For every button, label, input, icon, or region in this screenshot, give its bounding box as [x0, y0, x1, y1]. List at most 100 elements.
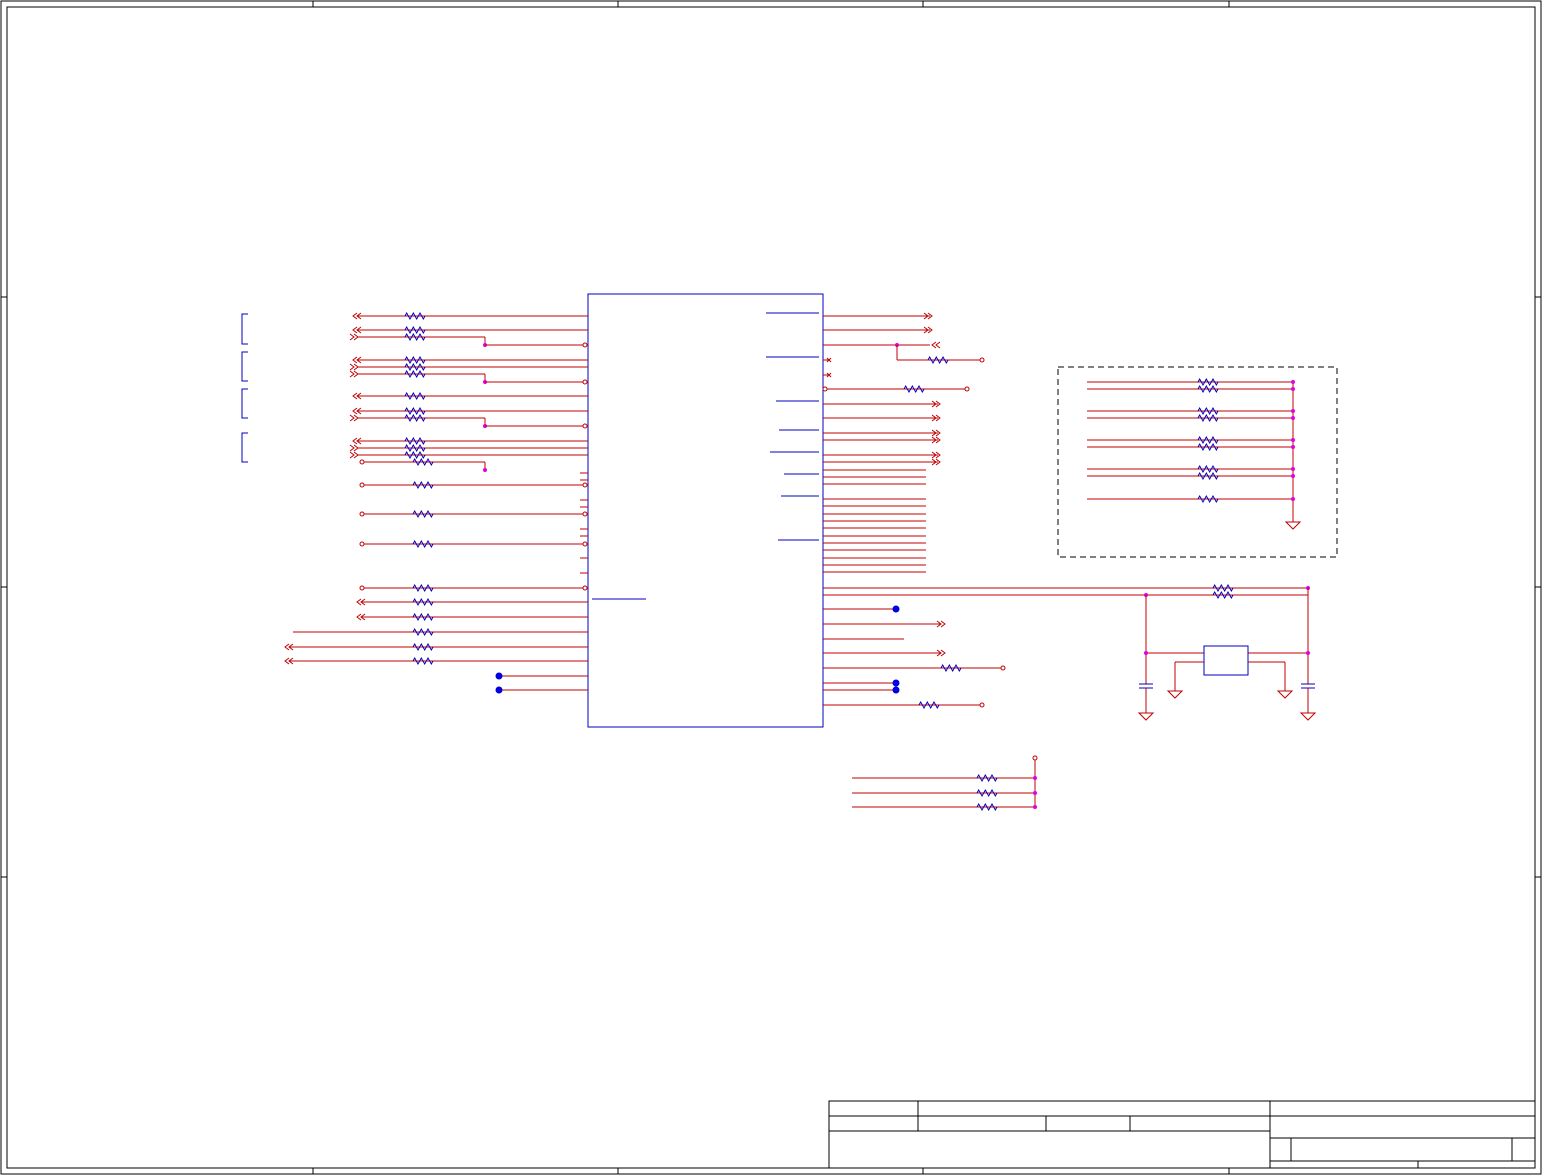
junction-dot: [483, 468, 487, 472]
junction-dot: [1144, 651, 1148, 655]
resistor: [1197, 442, 1219, 452]
title-block-outline: [828, 1100, 1536, 1169]
resistor: [412, 642, 434, 652]
test-point: [359, 541, 365, 547]
left-net-row: [359, 583, 588, 593]
left-net-row: [359, 457, 487, 472]
resistor: [404, 450, 426, 460]
test-point: [979, 702, 985, 708]
bus-bracket: [241, 432, 248, 463]
left-net-row: [349, 369, 487, 384]
junction-dot: [1291, 387, 1295, 391]
no-connect-dot: [892, 686, 900, 694]
left-net-row: [352, 325, 588, 335]
resistor: [412, 612, 434, 622]
left-net-row: [352, 355, 588, 365]
resistor: [1212, 590, 1234, 600]
junction-dot: [1291, 467, 1295, 471]
left-net-row: [352, 391, 588, 401]
dashed-block-row: [1087, 464, 1295, 474]
test-point: [359, 585, 365, 591]
offpage-connector-out: [349, 333, 359, 341]
junction-dot: [1033, 805, 1037, 809]
left-net-row: [352, 311, 588, 321]
offpage-connector-in: [931, 341, 941, 349]
dashed-block-row: [1087, 442, 1295, 452]
dashed-block-row: [1087, 494, 1295, 504]
resistor: [412, 457, 434, 467]
pin-terminal: [582, 423, 588, 429]
ground-symbol: [1284, 521, 1302, 530]
resistor: [976, 788, 998, 798]
left-net-row: [284, 656, 588, 666]
dashed-block-row: [1087, 471, 1295, 481]
bus-bracket: [241, 313, 248, 345]
resistor: [927, 355, 949, 365]
resistor: [976, 802, 998, 812]
power-test-point: [1032, 755, 1038, 761]
junction-dot: [1291, 438, 1295, 442]
crystal-body: [1203, 645, 1249, 676]
junction-dot: [1306, 651, 1310, 655]
resistor: [412, 583, 434, 593]
offpage-connector-out: [349, 414, 359, 422]
left-net-row: [284, 642, 588, 652]
resistor: [404, 325, 426, 335]
resistor: [1197, 464, 1219, 474]
resistor: [412, 480, 434, 490]
pin-terminal: [822, 386, 828, 392]
no-connect-dot: [495, 672, 503, 680]
resistor: [1197, 494, 1219, 504]
dashed-block-row: [1087, 384, 1295, 394]
dashed-block-row: [1087, 435, 1295, 445]
ic-body: [587, 293, 824, 728]
offpage-connector-out: [349, 444, 359, 452]
left-net-row: [495, 686, 588, 694]
resistor: [1197, 377, 1219, 387]
test-point: [964, 386, 970, 392]
junction-dot: [1291, 474, 1295, 478]
junction-dot: [1291, 380, 1295, 384]
left-net-row: [352, 406, 588, 416]
schematic-drawing: [0, 0, 1542, 1175]
resistor: [1197, 413, 1219, 423]
resistor: [404, 391, 426, 401]
right-net-row: [822, 384, 970, 394]
left-net-row: [356, 597, 588, 607]
ground-symbol: [1276, 690, 1294, 699]
left-net-row: [349, 332, 487, 347]
right-net-row: [823, 429, 941, 437]
pin-terminal: [582, 585, 588, 591]
dashed-block-row: [1087, 406, 1295, 416]
sheet-frame: [0, 0, 1542, 1175]
left-net-row: [485, 379, 588, 385]
resistor: [404, 332, 426, 342]
left-nets: [241, 313, 588, 574]
resistor: [404, 311, 426, 321]
no-connect-dot: [892, 679, 900, 687]
main-ic: [587, 293, 824, 728]
lower-group-row: [852, 802, 1037, 812]
no-connect-dot: [892, 605, 900, 613]
crystal-block: [1137, 586, 1317, 721]
resistor: [412, 597, 434, 607]
no-connect-dot: [495, 686, 503, 694]
ground-symbol: [1299, 712, 1317, 721]
right-net-row: [823, 451, 941, 459]
resistor: [412, 627, 434, 637]
bus-bracket: [241, 388, 248, 419]
left-net-row: [349, 450, 588, 460]
pin-terminal: [582, 541, 588, 547]
pin-terminal: [582, 511, 588, 517]
test-point: [979, 357, 985, 363]
left-net-row: [495, 672, 588, 680]
resistor: [412, 656, 434, 666]
ground-symbol: [1137, 712, 1155, 721]
dashed-block-row: [1087, 377, 1295, 387]
junction-dot: [1291, 409, 1295, 413]
right-nets: [823, 469, 1308, 710]
resistor: [918, 700, 940, 710]
resistor: [404, 406, 426, 416]
right-net-row: [823, 341, 985, 365]
border-outer: [0, 0, 1542, 1175]
